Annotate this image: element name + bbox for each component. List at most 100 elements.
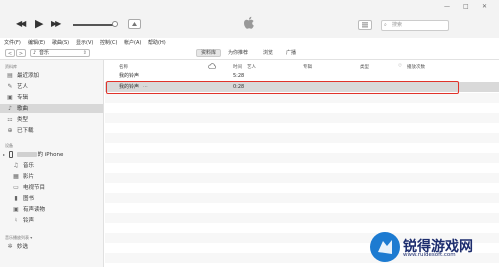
disclosure-triangle-icon: ▸ <box>3 152 6 157</box>
menu-help[interactable]: 帮助(H) <box>148 39 166 46</box>
next-track-button[interactable]: ▶▶ <box>51 20 61 28</box>
sidebar: 资料库 ▤ 最近添加 ✎ 艺人 ▣ 专辑 ♪ 歌曲 ⚏ 类型 ⊕ 已下载 设备 ▸ 的 iP… <box>0 60 104 267</box>
iphone-icon <box>8 151 13 158</box>
empty-row <box>105 153 499 163</box>
sidebar-item-label: 铃声 <box>23 218 35 224</box>
empty-row <box>105 93 499 103</box>
column-header-genre[interactable]: 类型 <box>360 64 369 70</box>
sidebar-device-tv[interactable]: ▭ 电视节目 <box>12 183 108 192</box>
download-icon: ⊕ <box>7 127 13 134</box>
column-header-time[interactable]: 时间 <box>233 64 242 70</box>
sidebar-item-label: 歌曲 <box>17 106 29 112</box>
cloud-icon[interactable] <box>208 63 217 71</box>
menu-song[interactable]: 歌曲(S) <box>52 39 69 46</box>
tab-browse[interactable]: 浏览 <box>263 49 273 57</box>
media-kind-label: 音乐 <box>39 50 50 56</box>
previous-track-button[interactable]: ◀◀ <box>16 20 26 28</box>
table-header: 名称 时间 艺人 专辑 类型 ♡ 播放次数 <box>105 63 499 71</box>
empty-row <box>105 163 499 173</box>
sidebar-item-artists[interactable]: ✎ 艺人 <box>6 82 102 91</box>
sidebar-device-tones[interactable]: ♮ 铃声 <box>12 216 108 225</box>
sidebar-item-label: 音乐 <box>23 163 35 169</box>
sidebar-item-label: 已下载 <box>17 128 34 134</box>
maximize-button[interactable]: □ <box>463 3 469 10</box>
menu-control[interactable]: 控制(C) <box>100 39 117 46</box>
sidebar-device-music[interactable]: ♫ 音乐 <box>12 161 108 170</box>
column-header-plays[interactable]: 播放次数 <box>407 64 425 70</box>
recent-icon: ▤ <box>7 72 13 79</box>
sidebar-device-movies[interactable]: ▦ 影片 <box>12 172 108 181</box>
empty-row <box>105 183 499 193</box>
device-owner-blurred <box>16 152 37 157</box>
song-time: 5:28 <box>233 73 245 79</box>
tab-for-you[interactable]: 为你推荐 <box>228 49 248 57</box>
sidebar-item-genres[interactable]: ⚏ 类型 <box>6 115 102 124</box>
empty-row <box>105 173 499 183</box>
sidebar-item-downloaded[interactable]: ⊕ 已下载 <box>6 126 102 135</box>
airplay-icon <box>132 22 137 26</box>
music-note-icon: ♪ <box>33 50 37 56</box>
menu-bar: 文件(F) 编辑(E) 歌曲(S) 显示(V) 控制(C) 帐户(A) 帮助(H… <box>0 38 499 47</box>
menu-account[interactable]: 帐户(A) <box>124 39 141 46</box>
sidebar-playlists-header[interactable]: 音乐播放列表 ▾ <box>5 235 32 241</box>
menu-file[interactable]: 文件(F) <box>4 39 21 46</box>
sidebar-item-label: 最近添加 <box>17 73 40 79</box>
menu-edit[interactable]: 编辑(E) <box>28 39 45 46</box>
search-placeholder: 搜索 <box>392 22 403 28</box>
empty-row <box>105 203 499 213</box>
site-watermark: 锐得游戏网 www.ruidesoft.com <box>370 232 496 262</box>
column-header-artist[interactable]: 艺人 <box>247 64 256 70</box>
sidebar-device-audiobooks[interactable]: ▣ 有声读物 <box>12 205 108 214</box>
bell-icon: ♮ <box>14 217 18 224</box>
player-toolbar: ◀◀ ▶ ▶▶ ⌕ 搜索 — □ ✕ <box>0 0 499 38</box>
genre-icon: ⚏ <box>7 116 13 123</box>
tab-library[interactable]: 资料库 <box>196 49 222 57</box>
sidebar-item-genius[interactable]: ✲ 妙选 <box>6 242 102 251</box>
search-input[interactable]: ⌕ 搜索 <box>381 20 449 31</box>
menu-view[interactable]: 显示(V) <box>76 39 93 46</box>
column-header-name[interactable]: 名称 <box>119 64 128 70</box>
tv-icon: ▭ <box>13 184 19 191</box>
list-view-button[interactable] <box>358 20 372 30</box>
play-button[interactable]: ▶ <box>35 18 43 29</box>
column-header-album[interactable]: 专辑 <box>303 64 312 70</box>
apple-logo-icon <box>244 16 254 29</box>
device-name: 的 iPhone <box>37 152 64 158</box>
music-note-icon: ♫ <box>13 162 19 169</box>
sidebar-library-header: 资料库 <box>5 64 17 69</box>
audiobook-icon: ▣ <box>13 206 19 213</box>
sidebar-item-label: 有声读物 <box>23 207 46 213</box>
sidebar-item-label: 图书 <box>23 196 35 202</box>
empty-row <box>105 213 499 223</box>
empty-row <box>105 133 499 143</box>
sidebar-devices-header: 设备 <box>5 143 13 148</box>
tab-radio[interactable]: 广播 <box>286 49 296 57</box>
sidebar-item-label: 类型 <box>17 117 29 123</box>
volume-slider-knob[interactable] <box>112 21 118 27</box>
column-header-love[interactable]: ♡ <box>398 64 402 69</box>
watermark-url: www.ruidesoft.com <box>403 252 456 258</box>
empty-row <box>105 103 499 113</box>
empty-row <box>105 123 499 133</box>
media-kind-select[interactable]: ♪ 音乐 ⇕ <box>30 49 90 57</box>
sidebar-device-iphone[interactable]: ▸ 的 iPhone <box>3 150 99 159</box>
back-button[interactable]: < <box>5 49 15 57</box>
airplay-button[interactable] <box>128 19 141 29</box>
sidebar-item-albums[interactable]: ▣ 专辑 <box>6 93 102 102</box>
forward-button[interactable]: > <box>16 49 26 57</box>
navigation-bar: < > ♪ 音乐 ⇕ 资料库 为你推荐 浏览 广播 <box>0 47 499 60</box>
book-icon: ▮ <box>14 195 18 202</box>
close-button[interactable]: ✕ <box>482 3 487 10</box>
genius-icon: ✲ <box>7 243 13 250</box>
volume-slider[interactable] <box>73 24 116 26</box>
table-row[interactable]: 我的铃声 5:28 <box>105 71 499 81</box>
sidebar-item-recent[interactable]: ▤ 最近添加 <box>6 71 102 80</box>
annotation-highlight-box <box>106 81 459 94</box>
sidebar-item-label: 电视节目 <box>23 185 46 191</box>
sidebar-item-songs[interactable]: ♪ 歌曲 <box>0 104 103 113</box>
list-icon <box>362 22 368 28</box>
sidebar-item-label: 专辑 <box>17 95 29 101</box>
minimize-button[interactable]: — <box>444 3 450 10</box>
watermark-logo-icon <box>370 232 400 262</box>
sidebar-device-books[interactable]: ▮ 图书 <box>12 194 108 203</box>
